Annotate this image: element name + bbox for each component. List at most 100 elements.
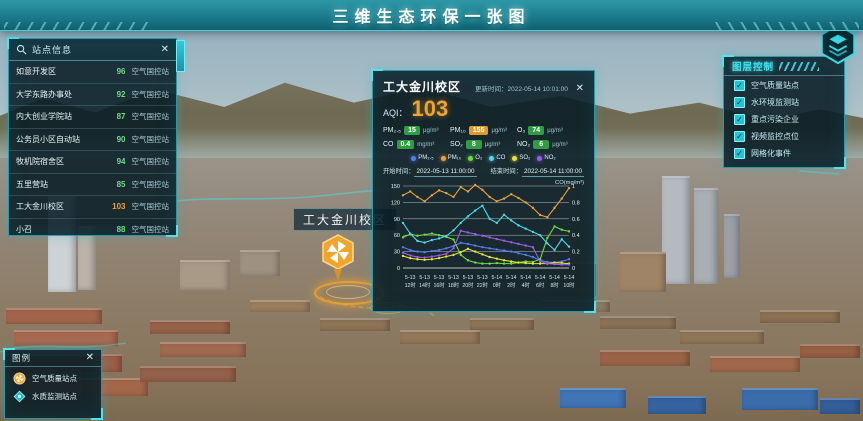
start-time-field: 开始时间：2022-05-13 11:00:00 [383,166,477,175]
legend-dot-icon [512,156,517,161]
checkbox-checked-icon[interactable]: ✓ [734,148,745,159]
aqi-readout: AQI： 103 [383,98,584,120]
svg-text:0.8: 0.8 [572,200,580,206]
layer-item[interactable]: ✓视频监控点位 [724,127,844,144]
station-type: 空气国控站 [132,179,170,190]
station-row[interactable]: 大学东路办事处92空气国控站 [9,84,176,107]
station-row[interactable]: 工大金川校区103空气国控站 [9,196,176,219]
legend-close-icon[interactable]: ✕ [86,353,94,363]
svg-text:22时: 22时 [477,281,489,289]
chart-wrap: 00300.2600.4900.61200.81501CO(mg/m³)5-13… [383,178,584,307]
station-row[interactable]: 公务员小区自动站90空气国控站 [9,129,176,152]
station-panel-collapse-handle[interactable] [176,40,185,72]
layer-item[interactable]: ✓空气质量站点 [724,76,844,93]
legend-entry[interactable]: CO [489,155,505,161]
layer-item-label: 水环境监测站 [751,97,799,108]
water-station-icon [13,390,26,403]
svg-text:30: 30 [394,250,400,256]
svg-text:5-14: 5-14 [535,275,546,281]
pollutant-name: SO₂ [450,141,463,148]
station-aqi-value: 88 [104,225,126,234]
station-list-header: 站点信息 ✕ [9,39,176,61]
legend-panel: 图例 ✕ 空气质量站点 水质监测站点 [4,349,102,419]
station-list-title: 站点信息 [32,43,72,56]
layer-panel-hatch-deco [779,62,819,71]
detail-title: 工大金川校区 [383,78,461,95]
station-name: 工大金川校区 [16,201,104,212]
checkbox-checked-icon[interactable]: ✓ [734,131,745,142]
aqi-label: AQI： [383,106,408,119]
station-row[interactable]: 内大创业学院站87空气国控站 [9,106,176,129]
legend-entry-label: CO [496,155,505,161]
svg-text:5-14: 5-14 [564,275,575,281]
legend-item-air: 空气质量站点 [5,367,101,385]
station-row[interactable]: 小召88空气国控站 [9,219,176,241]
svg-text:5-13: 5-13 [463,275,474,281]
header-deco-right [709,22,859,30]
station-list-panel: 站点信息 ✕ 如意开发区96空气国控站大学东路办事处92空气国控站内大创业学院站… [8,38,177,236]
update-time-label: 更新时间： [475,86,508,93]
air-station-icon [13,372,26,385]
detail-close-icon[interactable]: ✕ [576,84,584,94]
legend-item-label: 空气质量站点 [32,373,77,384]
svg-text:90: 90 [394,217,400,223]
legend-dot-icon [489,156,494,161]
svg-text:120: 120 [391,200,400,206]
svg-text:6时: 6时 [536,281,545,289]
pollutant-value: 8 [466,140,482,149]
end-time-input[interactable]: 2022-05-14 11:00:00 [522,168,584,177]
svg-text:0.6: 0.6 [572,217,580,223]
station-name: 公务员小区自动站 [16,134,104,145]
pollutant-unit: μg/m³ [491,128,506,134]
air-station-marker-icon[interactable] [319,233,357,288]
pollutant-value: 15 [404,126,420,135]
pollutant-value: 74 [528,126,544,135]
pollutant-unit: μg/m³ [547,128,562,134]
svg-text:0.2: 0.2 [572,250,580,256]
legend-entry-label: PM₂.₅ [418,155,433,161]
pollutant-chart[interactable]: 00300.2600.4900.61200.81501CO(mg/m³)5-13… [383,178,586,302]
checkbox-checked-icon[interactable]: ✓ [734,114,745,125]
layer-item[interactable]: ✓ 水环境监测站 [724,93,844,110]
svg-text:5-13: 5-13 [405,275,416,281]
station-list-close-icon[interactable]: ✕ [161,45,169,55]
pollutant-cell: O₃74μg/m³ [517,126,584,135]
legend-entry-label: SO₂ [519,155,530,161]
legend-header: 图例 ✕ [5,350,101,367]
legend-item-label: 水质监测站点 [32,391,77,402]
legend-entry[interactable]: PM₂.₅ [411,155,433,161]
station-type: 空气国控站 [132,89,170,100]
station-row[interactable]: 牧机院宿舍区94空气国控站 [9,151,176,174]
checkbox-checked-icon[interactable]: ✓ [734,80,745,91]
pollutant-unit: μg/m³ [552,142,567,148]
layer-item-label: 网格化事件 [751,148,791,159]
svg-text:16时: 16时 [433,281,445,289]
pollutant-cell: SO₂8μg/m³ [450,140,517,149]
station-type: 空气国控站 [132,156,170,167]
layer-item[interactable]: ✓重点污染企业 [724,110,844,127]
pollutant-cell: NO₂6μg/m³ [517,140,584,149]
station-aqi-value: 94 [104,157,126,166]
svg-text:18时: 18时 [448,281,460,289]
station-rows: 如意开发区96空气国控站大学东路办事处92空气国控站内大创业学院站87空气国控站… [9,61,176,240]
legend-entry[interactable]: NO₂ [537,155,555,161]
station-row[interactable]: 五里营站85空气国控站 [9,174,176,197]
station-row[interactable]: 如意开发区96空气国控站 [9,61,176,84]
chart-legend: PM₂.₅ PM₁₀ O₃ CO SO₂ NO₂ [383,155,584,161]
legend-dot-icon [441,156,446,161]
checkbox-checked-icon[interactable]: ✓ [734,97,745,108]
svg-text:2时: 2时 [507,281,516,289]
update-time-value: 2022-05-14 10:01:00 [508,86,568,93]
start-time-input[interactable]: 2022-05-13 11:00:00 [414,168,476,177]
station-aqi-value: 96 [104,67,126,76]
layer-item[interactable]: ✓ 网格化事件 [724,144,844,161]
svg-text:150: 150 [391,184,400,190]
legend-entry[interactable]: O₃ [468,155,482,161]
legend-dot-icon [411,156,416,161]
legend-entry[interactable]: PM₁₀ [441,155,462,161]
search-icon[interactable] [16,44,27,55]
legend-dot-icon [468,156,473,161]
station-type: 空气国控站 [132,66,170,77]
header-bar: 三维生态环保一张图 [0,0,863,31]
legend-entry[interactable]: SO₂ [512,155,530,161]
